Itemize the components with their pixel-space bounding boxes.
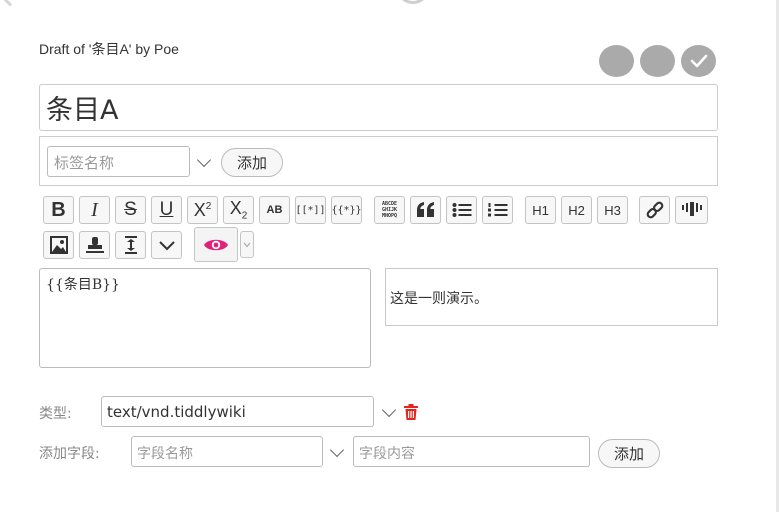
heading-1-button[interactable]: H1 <box>525 196 556 224</box>
numbered-list-icon <box>487 203 507 217</box>
add-field-button[interactable]: 添加 <box>598 439 660 468</box>
size-icon <box>124 236 137 254</box>
bullet-list-icon <box>452 203 471 217</box>
more-options-button[interactable] <box>151 231 182 259</box>
type-label: 类型: <box>39 406 72 422</box>
heading-3-icon: H3 <box>604 202 621 218</box>
bold-icon: B <box>51 198 66 221</box>
picture-icon <box>49 236 68 254</box>
add-field-label: 添加字段: <box>39 446 100 462</box>
heading-1-icon: H1 <box>532 202 549 218</box>
preview-pane: 这是一则演示。 <box>385 268 718 326</box>
preview-toggle-button[interactable] <box>194 227 238 262</box>
superscript-button[interactable]: X2 <box>187 196 218 224</box>
strikethrough-button[interactable]: S <box>115 196 146 224</box>
italic-button[interactable]: I <box>79 196 110 224</box>
monospaced-icon-line-3: MNOPQ <box>381 213 398 219</box>
subscript-button[interactable]: X2 <box>223 196 254 224</box>
title-input[interactable]: 条目A <box>39 84 718 131</box>
transclude-button[interactable]: {{*}} <box>331 196 362 224</box>
subscript-icon: X2 <box>229 198 248 222</box>
text-editor[interactable]: {{条目B}} <box>39 268 371 368</box>
smallcaps-button[interactable]: AB <box>259 196 290 224</box>
stamp-icon <box>85 237 104 253</box>
link-icon <box>646 201 663 219</box>
draft-title: Draft of '条目A' by Poe <box>39 41 179 57</box>
delete-draft-button[interactable] <box>599 45 634 77</box>
eye-icon <box>204 239 228 250</box>
italic-icon: I <box>91 198 98 221</box>
heading-3-button[interactable]: H3 <box>597 196 628 224</box>
smallcaps-icon: AB <box>266 204 283 216</box>
add-tag-button[interactable]: 添加 <box>221 148 283 177</box>
type-input[interactable]: text/vnd.tiddlywiki <box>101 396 374 427</box>
heading-2-icon: H2 <box>568 202 585 218</box>
field-value-input[interactable]: 字段内容 <box>353 436 590 467</box>
trash-icon <box>404 404 418 420</box>
monospaced-button[interactable]: ABCDE GHIJK MNOPQ <box>374 196 405 224</box>
size-button[interactable] <box>115 231 146 259</box>
strikethrough-icon: S <box>124 199 137 220</box>
tag-name-input[interactable]: 标签名称 <box>47 146 190 177</box>
numbered-list-button[interactable] <box>482 196 513 224</box>
bold-button[interactable]: B <box>43 196 74 224</box>
picture-button[interactable] <box>43 231 74 259</box>
link-button[interactable] <box>639 196 670 224</box>
stamp-button[interactable] <box>79 231 110 259</box>
bullet-list-button[interactable] <box>446 196 477 224</box>
cancel-edit-button[interactable] <box>640 45 675 77</box>
excise-icon <box>681 202 702 216</box>
underline-icon: U <box>159 199 174 220</box>
wikilink-icon: [[*]] <box>295 204 326 216</box>
quote-icon <box>416 202 434 217</box>
chevron-down-small-icon <box>243 242 251 247</box>
preview-type-dropdown[interactable] <box>240 231 254 258</box>
chevron-down-icon <box>158 241 175 251</box>
type-dropdown-icon[interactable] <box>381 402 397 418</box>
chevron-left-icon <box>1 0 19 7</box>
excise-button[interactable] <box>675 196 708 224</box>
checkmark-icon <box>690 54 707 68</box>
field-name-dropdown-icon[interactable] <box>329 442 345 458</box>
save-button[interactable] <box>681 45 716 77</box>
delete-type-button[interactable] <box>404 404 418 424</box>
heading-2-button[interactable]: H2 <box>561 196 592 224</box>
top-cutoff-icon <box>396 0 430 4</box>
quote-button[interactable] <box>410 196 441 224</box>
field-name-input[interactable]: 字段名称 <box>131 436 323 467</box>
underline-button[interactable]: U <box>151 196 182 224</box>
superscript-icon: X2 <box>193 199 212 220</box>
transclude-icon: {{*}} <box>331 204 362 216</box>
wikilink-button[interactable]: [[*]] <box>295 196 326 224</box>
